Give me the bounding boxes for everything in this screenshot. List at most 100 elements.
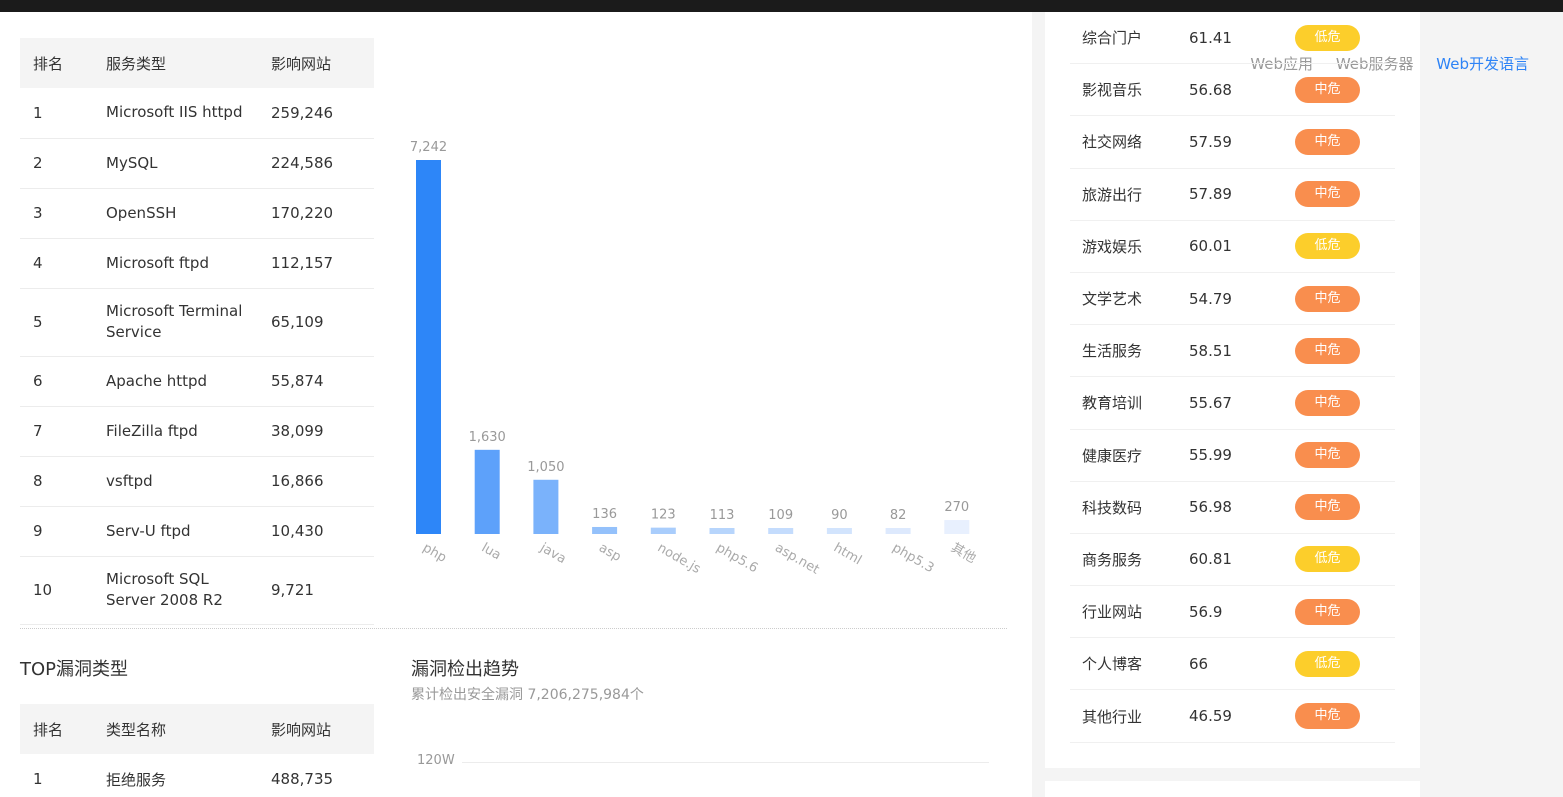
category-tick-label: lua: [479, 540, 504, 563]
category-tick-label: php: [420, 540, 449, 565]
trend-y-tick: 120W: [417, 753, 455, 768]
service-cell: vsftpd: [106, 456, 271, 507]
table-row: 9 Serv-U ftpd 10,430: [20, 506, 374, 557]
risk-level-badge: 中危: [1295, 494, 1360, 521]
secondary-panel: [1045, 781, 1420, 797]
bar-php5.6[interactable]: [709, 528, 735, 534]
category-tick-label: php5.3: [890, 540, 937, 576]
bar-value-label: 270: [944, 500, 969, 515]
bar-value-label: 1,050: [527, 460, 564, 475]
vuln-section-title: TOP漏洞类型: [20, 659, 129, 680]
risk-level-badge: 低危: [1295, 546, 1360, 573]
col-sites-header: 影响网站: [271, 704, 374, 754]
industry-row: 文学艺术 54.79 中危: [1070, 273, 1395, 326]
bar-value-label: 90: [831, 508, 848, 523]
table-row: 3 OpenSSH 170,220: [20, 188, 374, 239]
col-service-header: 服务类型: [106, 38, 271, 88]
risk-level-badge: 低危: [1295, 650, 1360, 677]
risk-level-badge: 中危: [1295, 389, 1360, 416]
sites-cell: 488,735: [271, 770, 334, 788]
table-row: 2 MySQL 224,586: [20, 138, 374, 189]
industry-score: 55.99: [1189, 446, 1232, 465]
category-tick-label: 其他: [948, 540, 978, 566]
industry-row: 综合门户 61.41 低危: [1070, 12, 1395, 65]
type-cell: 拒绝服务: [106, 770, 167, 789]
industry-row: 科技数码 56.98 中危: [1070, 482, 1395, 534]
table-header-row: 排名 类型名称 影响网站: [20, 704, 374, 754]
bar-其他[interactable]: [944, 520, 970, 534]
table-row: 10 Microsoft SQL Server 2008 R2 9,721: [20, 556, 374, 625]
industry-row: 其他行业 46.59 中危: [1070, 690, 1395, 743]
bar-value-label: 109: [768, 508, 793, 523]
industry-score: 57.59: [1189, 132, 1232, 151]
industry-name: 生活服务: [1082, 342, 1143, 361]
risk-level-badge: 中危: [1295, 181, 1360, 208]
category-tick-label: asp: [596, 540, 623, 564]
service-cell: Microsoft ftpd: [106, 238, 271, 289]
bar-asp[interactable]: [592, 526, 618, 534]
top-bar: [0, 0, 1563, 12]
trend-title: 漏洞检出趋势: [411, 659, 519, 680]
table-row: 5 Microsoft Terminal Service 65,109: [20, 288, 374, 357]
section-divider: [20, 628, 1007, 629]
industry-score: 60.81: [1189, 550, 1232, 569]
industry-row: 社交网络 57.59 中危: [1070, 116, 1395, 169]
table-header-row: 排名 服务类型 影响网站: [20, 38, 374, 88]
industry-row: 生活服务 58.51 中危: [1070, 325, 1395, 378]
category-tick-label: html: [831, 540, 864, 568]
rank-cell: 10: [20, 556, 106, 625]
tab-web-language[interactable]: Web开发语言: [1436, 55, 1529, 73]
trend-subtitle: 累计检出安全漏洞 7,206,275,984个: [411, 687, 644, 703]
bar-php[interactable]: [416, 160, 441, 534]
bar-asp.net[interactable]: [768, 528, 794, 534]
service-cell: Microsoft Terminal Service: [106, 288, 271, 357]
risk-level-badge: 中危: [1295, 442, 1360, 469]
risk-level-badge: 中危: [1295, 285, 1360, 312]
industry-score: 56.68: [1189, 80, 1232, 99]
sites-cell: 65,109: [271, 288, 374, 357]
industry-score: 58.51: [1189, 341, 1232, 360]
category-tick-label: node.js: [655, 540, 703, 577]
table-row: 1 拒绝服务 488,735: [20, 754, 374, 797]
risk-level-badge: 低危: [1295, 24, 1360, 51]
industry-name: 影视音乐: [1082, 81, 1143, 100]
service-cell: OpenSSH: [106, 188, 271, 239]
sites-cell: 259,246: [271, 88, 374, 139]
bar-lua[interactable]: [474, 449, 500, 534]
industry-name: 其他行业: [1082, 707, 1143, 726]
sites-cell: 170,220: [271, 188, 374, 239]
bar-html[interactable]: [826, 528, 852, 534]
bar-value-label: 82: [890, 508, 907, 523]
service-cell: MySQL: [106, 138, 271, 189]
rank-cell: 6: [20, 356, 106, 407]
bar-value-label: 136: [592, 507, 617, 522]
industry-row: 游戏娱乐 60.01 低危: [1070, 221, 1395, 273]
bar-node.js[interactable]: [650, 527, 676, 534]
bar-php5.3[interactable]: [885, 528, 911, 534]
industry-score: 46.59: [1189, 707, 1232, 726]
rank-cell: 4: [20, 238, 106, 289]
industry-name: 社交网络: [1082, 133, 1143, 152]
rank-cell: 7: [20, 406, 106, 457]
rank-cell: 5: [20, 288, 106, 357]
bar-java[interactable]: [533, 479, 559, 534]
service-cell: Serv-U ftpd: [106, 506, 271, 557]
industry-name: 个人博客: [1082, 655, 1143, 674]
industry-score: 56.9: [1189, 602, 1223, 621]
sites-cell: 10,430: [271, 506, 374, 557]
table-row: 7 FileZilla ftpd 38,099: [20, 406, 374, 457]
industry-score: 66: [1189, 654, 1209, 673]
table-row: 6 Apache httpd 55,874: [20, 356, 374, 407]
industry-name: 商务服务: [1082, 550, 1143, 569]
service-cell: Microsoft IIS httpd: [106, 88, 271, 139]
industry-score: 57.89: [1189, 185, 1232, 204]
industry-score: 60.01: [1189, 237, 1232, 256]
bar-value-label: 123: [651, 508, 676, 523]
industry-name: 旅游出行: [1082, 185, 1143, 204]
risk-level-badge: 中危: [1295, 703, 1360, 730]
risk-level-badge: 中危: [1295, 76, 1360, 103]
industry-row: 行业网站 56.9 中危: [1070, 586, 1395, 639]
sites-cell: 55,874: [271, 356, 374, 407]
bar-value-label: 1,630: [469, 430, 506, 445]
industry-name: 行业网站: [1082, 603, 1143, 622]
